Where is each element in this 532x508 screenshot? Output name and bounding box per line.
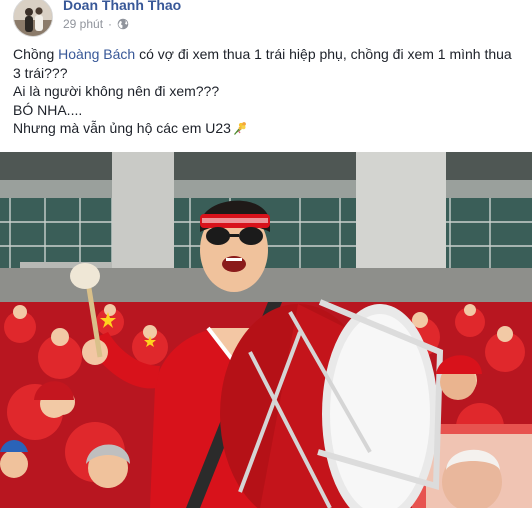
line-1-prefix: Chồng [13, 46, 59, 62]
author-avatar[interactable] [13, 0, 53, 37]
post-meta: 29 phút · [63, 17, 129, 31]
globe-icon[interactable] [117, 18, 129, 30]
post-message: Chồng Hoàng Bách có vợ đi xem thua 1 trá… [13, 45, 523, 138]
flower-bouquet-icon [232, 120, 248, 136]
mention-link[interactable]: Hoàng Bách [58, 46, 135, 62]
author-name[interactable]: Doan Thanh Thao [63, 0, 181, 13]
stadium-drummer-photo [0, 152, 532, 508]
post-time[interactable]: 29 phút [63, 17, 103, 31]
post-line-4: Nhưng mà vẫn ủng hộ các em U23 [13, 119, 523, 138]
post-photo[interactable] [0, 152, 532, 508]
line-4-text: Nhưng mà vẫn ủng hộ các em U23 [13, 120, 231, 137]
meta-separator: · [108, 17, 113, 31]
post-header: Doan Thanh Thao 29 phút · [0, 0, 532, 40]
post-line-2: Ai là người không nên đi xem??? [13, 83, 220, 100]
post-line-3: BÓ NHA.... [13, 101, 83, 118]
post-line-1: Chồng Hoàng Bách có vợ đi xem thua 1 trá… [13, 45, 523, 82]
facebook-post: Doan Thanh Thao 29 phút · Chồng Hoàng Bá… [0, 0, 532, 508]
